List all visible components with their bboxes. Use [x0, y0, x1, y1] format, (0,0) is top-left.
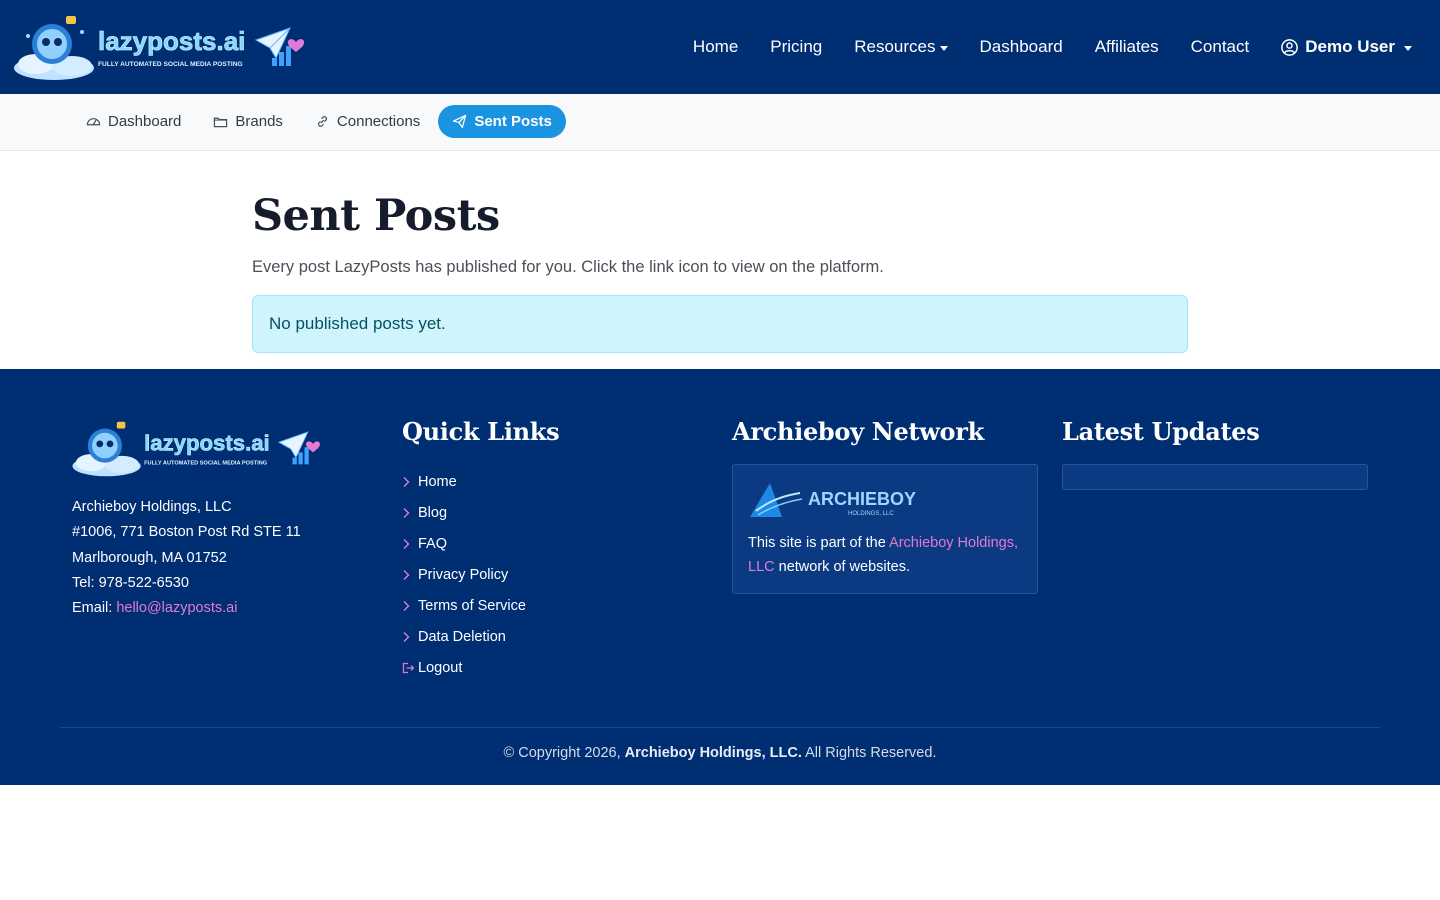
address-city: Marlborough, MA 01752	[72, 549, 227, 566]
quick-link-label: Blog	[418, 505, 448, 522]
logo-graphic: lazyposts.ai FULLY AUTOMATED SOCIAL MEDI…	[14, 16, 305, 80]
subnav-dashboard[interactable]: Dashboard	[72, 105, 195, 138]
site-logo[interactable]: lazyposts.ai FULLY AUTOMATED SOCIAL MEDI…	[14, 14, 306, 82]
user-circle-icon	[1281, 38, 1299, 56]
alert-text: No published posts yet.	[269, 314, 446, 333]
folder-icon	[214, 117, 228, 128]
subnav-brands-label: Brands	[235, 113, 283, 130]
footer-divider	[60, 727, 1380, 728]
nav-dashboard[interactable]: Dashboard	[980, 37, 1063, 57]
nav-contact[interactable]: Contact	[1191, 37, 1250, 57]
network-text-before: This site is part of the	[748, 535, 886, 551]
chevron-right-icon	[402, 600, 418, 612]
tel-label: Tel:	[72, 574, 95, 591]
network-text-after: network of websites.	[778, 559, 911, 575]
network-text: This site is part of the Archieboy Holdi…	[748, 531, 1028, 579]
user-menu-label: Demo User	[1305, 37, 1395, 56]
footer-logo[interactable]: lazyposts.ai FULLY AUTOMATED SOCIAL MEDI…	[72, 420, 322, 478]
logo-tagline: FULLY AUTOMATED SOCIAL MEDIA POSTING	[98, 61, 243, 68]
page-title: Sent Posts	[252, 191, 500, 241]
footer-address: Archieboy Holdings, LLC #1006, 771 Bosto…	[72, 495, 301, 621]
address-tel: Tel: 978-522-6530	[72, 571, 301, 596]
quick-link-label: FAQ	[418, 536, 448, 553]
subnav-connections-label: Connections	[336, 113, 421, 130]
nav-home[interactable]: Home	[693, 37, 738, 57]
speedometer-icon	[86, 118, 101, 126]
logout-icon	[402, 662, 418, 674]
site-footer: lazyposts.ai FULLY AUTOMATED SOCIAL MEDI…	[0, 369, 1440, 785]
subnav-sent-posts-label: Sent Posts	[474, 113, 552, 130]
footer-logo-graphic: lazyposts.ai FULLY AUTOMATED SOCIAL MEDI…	[72, 421, 320, 477]
address-street: #1006, 771 Boston Post Rd STE 11	[72, 524, 301, 541]
footer-logo-wordmark: lazyposts.ai	[144, 431, 270, 456]
network-card: ARCHIEBOY HOLDINGS, LLC This site is par…	[732, 464, 1038, 594]
copyright-prefix: © Copyright 2026,	[503, 745, 621, 761]
quick-link-logout[interactable]: Logout	[402, 652, 526, 683]
nav-pricing[interactable]: Pricing	[770, 37, 822, 57]
chevron-right-icon	[402, 476, 418, 488]
footer-logo-tagline: FULLY AUTOMATED SOCIAL MEDIA POSTING	[144, 460, 268, 466]
copyright: © Copyright 2026, Archieboy Holdings, LL…	[0, 745, 1440, 761]
quick-link-blog[interactable]: Blog	[402, 498, 526, 529]
archieboy-logo-text: ARCHIEBOY	[808, 489, 916, 509]
quick-link-label: Privacy Policy	[418, 567, 509, 584]
chevron-right-icon	[402, 631, 418, 643]
copyright-suffix: All Rights Reserved.	[805, 745, 937, 761]
email-link[interactable]: hello@lazyposts.ai	[116, 600, 237, 616]
quick-link-label: Home	[418, 474, 457, 491]
caret-down-icon	[1404, 45, 1412, 51]
archieboy-logo-sub: HOLDINGS, LLC	[848, 511, 894, 517]
latest-updates-heading: Latest Updates	[1062, 417, 1260, 446]
chevron-right-icon	[402, 538, 418, 550]
nav-affiliates[interactable]: Affiliates	[1095, 37, 1159, 57]
chevron-right-icon	[402, 507, 418, 519]
page-subtitle: Every post LazyPosts has published for y…	[252, 258, 884, 276]
copyright-company: Archieboy Holdings, LLC.	[624, 745, 802, 761]
empty-state-alert: No published posts yet.	[252, 295, 1188, 353]
dashboard-subnav: Dashboard Brands Connections Sent Posts	[0, 94, 1440, 151]
link-icon	[317, 116, 327, 127]
quick-link-faq[interactable]: FAQ	[402, 529, 526, 560]
user-menu-dropdown[interactable]: Demo User	[1281, 37, 1412, 57]
nav-resources-label: Resources	[854, 37, 936, 56]
quick-link-data-deletion[interactable]: Data Deletion	[402, 621, 526, 652]
quick-links-list: Home Blog FAQ Privacy Policy Terms of Se…	[402, 467, 526, 683]
archieboy-logo[interactable]: ARCHIEBOY HOLDINGS, LLC	[748, 481, 938, 526]
quick-links-heading: Quick Links	[402, 417, 560, 446]
subnav-dashboard-label: Dashboard	[108, 113, 182, 130]
chevron-right-icon	[402, 569, 418, 581]
quick-link-label: Data Deletion	[418, 628, 506, 645]
top-navbar: lazyposts.ai FULLY AUTOMATED SOCIAL MEDI…	[0, 0, 1440, 94]
subnav-sent-posts[interactable]: Sent Posts	[438, 105, 566, 138]
email-label: Email:	[72, 600, 113, 617]
address-company: Archieboy Holdings, LLC	[72, 499, 232, 515]
quick-link-label: Terms of Service	[418, 598, 526, 614]
tel-value: 978-522-6530	[98, 574, 189, 591]
subnav-brands[interactable]: Brands	[199, 105, 297, 138]
nav-resources-dropdown[interactable]: Resources	[854, 37, 948, 57]
network-heading: Archieboy Network	[732, 417, 984, 446]
send-icon	[453, 114, 467, 129]
main-nav: Home Pricing Resources Dashboard Affilia…	[661, 0, 1412, 94]
subnav-connections[interactable]: Connections	[301, 105, 434, 138]
quick-link-label: Logout	[418, 659, 463, 676]
latest-updates-box	[1062, 464, 1368, 490]
quick-link-privacy[interactable]: Privacy Policy	[402, 560, 526, 591]
caret-down-icon	[939, 45, 948, 51]
logo-wordmark: lazyposts.ai	[98, 26, 245, 56]
quick-link-terms[interactable]: Terms of Service	[402, 591, 526, 622]
quick-link-home[interactable]: Home	[402, 467, 526, 498]
address-email: Email: hello@lazyposts.ai	[72, 596, 301, 621]
